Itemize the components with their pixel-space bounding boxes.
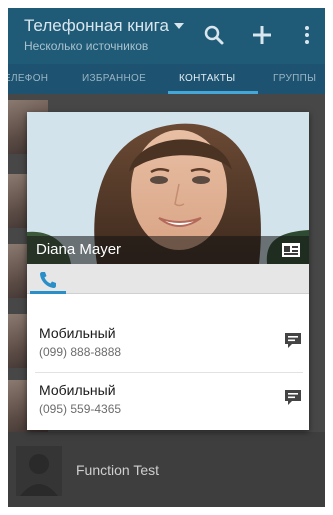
app-subtitle: Несколько источников [24, 39, 149, 53]
name-bar: Diana Mayer [27, 236, 309, 264]
more-vert-icon [305, 26, 309, 44]
tab-phone[interactable]: ЕЛЕФОН [8, 64, 48, 94]
dropdown-caret-icon [173, 23, 184, 29]
contact-photo: Diana Mayer [27, 112, 309, 264]
title-dropdown[interactable]: Телефонная книга Несколько источников [24, 16, 184, 53]
phone-icon[interactable] [37, 269, 59, 291]
phone-type-label: Мобильный [39, 382, 116, 398]
contact-quick-card: Diana Mayer Мобильный (099) 888-8888 Моб… [27, 112, 309, 430]
search-button[interactable] [201, 22, 227, 48]
app-bar: Телефонная книга Несколько источников [8, 8, 325, 64]
screen: Телефонная книга Несколько источников ЕЛ… [8, 8, 325, 507]
tab-bar: ЕЛЕФОН ИЗБРАННОЕ КОНТАКТЫ ГРУППЫ [8, 64, 325, 94]
divider [35, 372, 303, 373]
list-item[interactable]: Function Test [8, 432, 325, 507]
active-tab-indicator [30, 291, 66, 294]
contact-name: Function Test [76, 462, 160, 478]
tab-groups[interactable]: ГРУППЫ [273, 64, 316, 94]
phone-number-row[interactable]: Мобильный (095) 559-4365 [27, 374, 309, 430]
more-options-button[interactable] [302, 22, 325, 48]
avatar-placeholder-icon [16, 446, 62, 496]
phone-frame: Телефонная книга Несколько источников ЕЛ… [0, 0, 333, 515]
phone-type-label: Мобильный [39, 325, 116, 341]
message-icon[interactable] [283, 388, 303, 408]
add-contact-button[interactable] [249, 22, 275, 48]
phone-number: (099) 888-8888 [39, 345, 122, 359]
add-icon [253, 26, 271, 44]
phone-number: (095) 559-4365 [39, 402, 122, 416]
tab-favorites[interactable]: ИЗБРАННОЕ [82, 64, 146, 94]
search-icon [204, 25, 224, 45]
contact-name: Diana Mayer [36, 241, 122, 258]
message-icon[interactable] [283, 331, 303, 351]
phone-number-row[interactable]: Мобильный (099) 888-8888 [27, 317, 309, 373]
card-action-tabs [27, 264, 309, 294]
app-title: Телефонная книга [24, 16, 169, 35]
contact-card-icon[interactable] [282, 242, 300, 258]
tab-contacts[interactable]: КОНТАКТЫ [179, 64, 235, 94]
